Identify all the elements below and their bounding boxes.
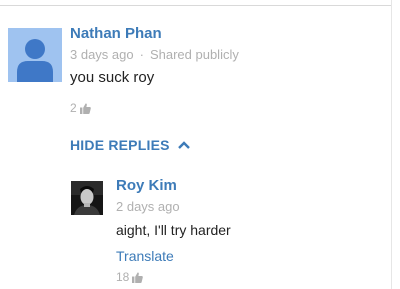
comment-body: Nathan Phan 3 days ago · Shared publicly y…	[70, 25, 390, 115]
reply-time: 2 days ago	[116, 199, 180, 214]
comment-meta: 3 days ago · Shared publicly	[70, 47, 390, 63]
reply-like-button[interactable]: 18	[116, 270, 376, 284]
hide-replies-label: HIDE REPLIES	[70, 137, 170, 153]
top-divider	[0, 5, 391, 6]
default-person-icon	[17, 39, 53, 82]
chevron-up-icon	[177, 141, 190, 149]
reply-like-count: 18	[116, 270, 130, 284]
reply-text: aight, I'll try harder	[116, 222, 231, 238]
comment-visibility: Shared publicly	[149, 47, 239, 62]
comment-time: 3 days ago	[70, 47, 134, 62]
reply-body: Roy Kim 2 days ago aight, I'll try harde…	[116, 177, 376, 284]
comment-author[interactable]: Nathan Phan	[70, 25, 390, 43]
right-divider	[391, 0, 392, 289]
translate-link[interactable]: Translate	[116, 248, 376, 264]
comment-text: you suck roy	[70, 69, 155, 86]
reply-author[interactable]: Roy Kim	[116, 177, 376, 195]
comment-like-button[interactable]: 2	[70, 101, 390, 115]
profile-photo	[71, 181, 103, 215]
thumbs-up-icon	[79, 102, 91, 114]
avatar[interactable]	[8, 28, 62, 82]
thumbs-up-icon	[132, 271, 144, 283]
hide-replies-button[interactable]: HIDE REPLIES	[70, 137, 190, 153]
avatar[interactable]	[71, 181, 103, 215]
comment-like-count: 2	[70, 101, 77, 115]
meta-separator: ·	[139, 47, 144, 62]
